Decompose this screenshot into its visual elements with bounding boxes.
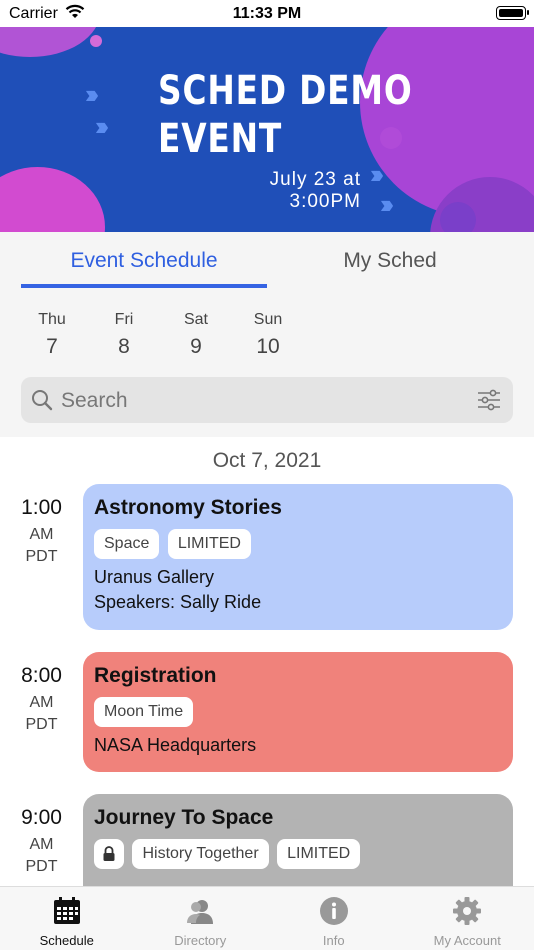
tag-history-together: History Together xyxy=(132,839,269,869)
day-fri[interactable]: Fri 8 xyxy=(94,311,154,359)
status-time: 11:33 PM xyxy=(232,5,302,22)
gear-icon xyxy=(453,897,482,925)
tabbar-schedule[interactable]: Schedule xyxy=(0,887,134,950)
tab-my-sched[interactable]: My Sched xyxy=(267,249,513,273)
battery-icon xyxy=(496,6,529,20)
bottom-tab-bar: Schedule Directory Info My Account xyxy=(0,886,534,950)
session-time: 8:00 AM PDT xyxy=(21,664,62,733)
day-selector: Thu 7 Fri 8 Sat 9 Sun 10 Search xyxy=(0,292,534,437)
session-title: Journey To Space xyxy=(94,806,274,829)
tabbar-my-account[interactable]: My Account xyxy=(401,887,534,950)
session-card-astronomy-stories[interactable]: Astronomy Stories Space LIMITED Uranus G… xyxy=(83,484,513,630)
session-speakers: Speakers: Sally Ride xyxy=(94,592,262,612)
schedule-tabs: Event Schedule My Sched xyxy=(0,232,534,292)
filter-icon[interactable] xyxy=(477,389,501,411)
session-venue: NASA Headquarters xyxy=(94,735,257,755)
day-thu[interactable]: Thu 7 xyxy=(22,311,82,359)
tag-limited: LIMITED xyxy=(277,839,361,869)
day-sat[interactable]: Sat 9 xyxy=(166,311,226,359)
status-bar: Carrier 11:33 PM xyxy=(0,0,534,27)
lock-icon xyxy=(94,839,124,869)
event-banner: ››› ››› ››› ››› SCHED DEMO EVENT July 23… xyxy=(0,27,534,232)
tabbar-info[interactable]: Info xyxy=(267,887,401,950)
banner-date: July 23 at 3:00PM xyxy=(269,169,361,212)
session-venue: Uranus Gallery xyxy=(94,567,215,587)
session-card-registration[interactable]: Registration Moon Time NASA Headquarters xyxy=(83,652,513,772)
tag-moon-time: Moon Time xyxy=(94,697,194,727)
day-sun[interactable]: Sun 10 xyxy=(238,311,298,359)
banner-title: SCHED DEMO EVENT xyxy=(158,68,413,162)
calendar-icon xyxy=(53,897,80,924)
search-icon xyxy=(32,390,53,411)
person-icon xyxy=(187,900,214,924)
search-bar[interactable]: Search xyxy=(21,377,513,423)
active-tab-indicator xyxy=(21,284,267,288)
date-header: Oct 7, 2021 xyxy=(212,449,322,472)
search-input[interactable]: Search xyxy=(61,389,128,413)
tag-limited: LIMITED xyxy=(167,529,251,559)
session-title: Registration xyxy=(94,664,217,687)
session-time: 9:00 AM PDT xyxy=(21,806,62,875)
tabbar-directory[interactable]: Directory xyxy=(134,887,268,950)
tag-space: Space xyxy=(94,529,160,559)
info-icon xyxy=(319,897,348,925)
session-time: 1:00 AM PDT xyxy=(21,496,62,565)
session-title: Astronomy Stories xyxy=(94,496,282,519)
tab-event-schedule[interactable]: Event Schedule xyxy=(21,249,267,273)
